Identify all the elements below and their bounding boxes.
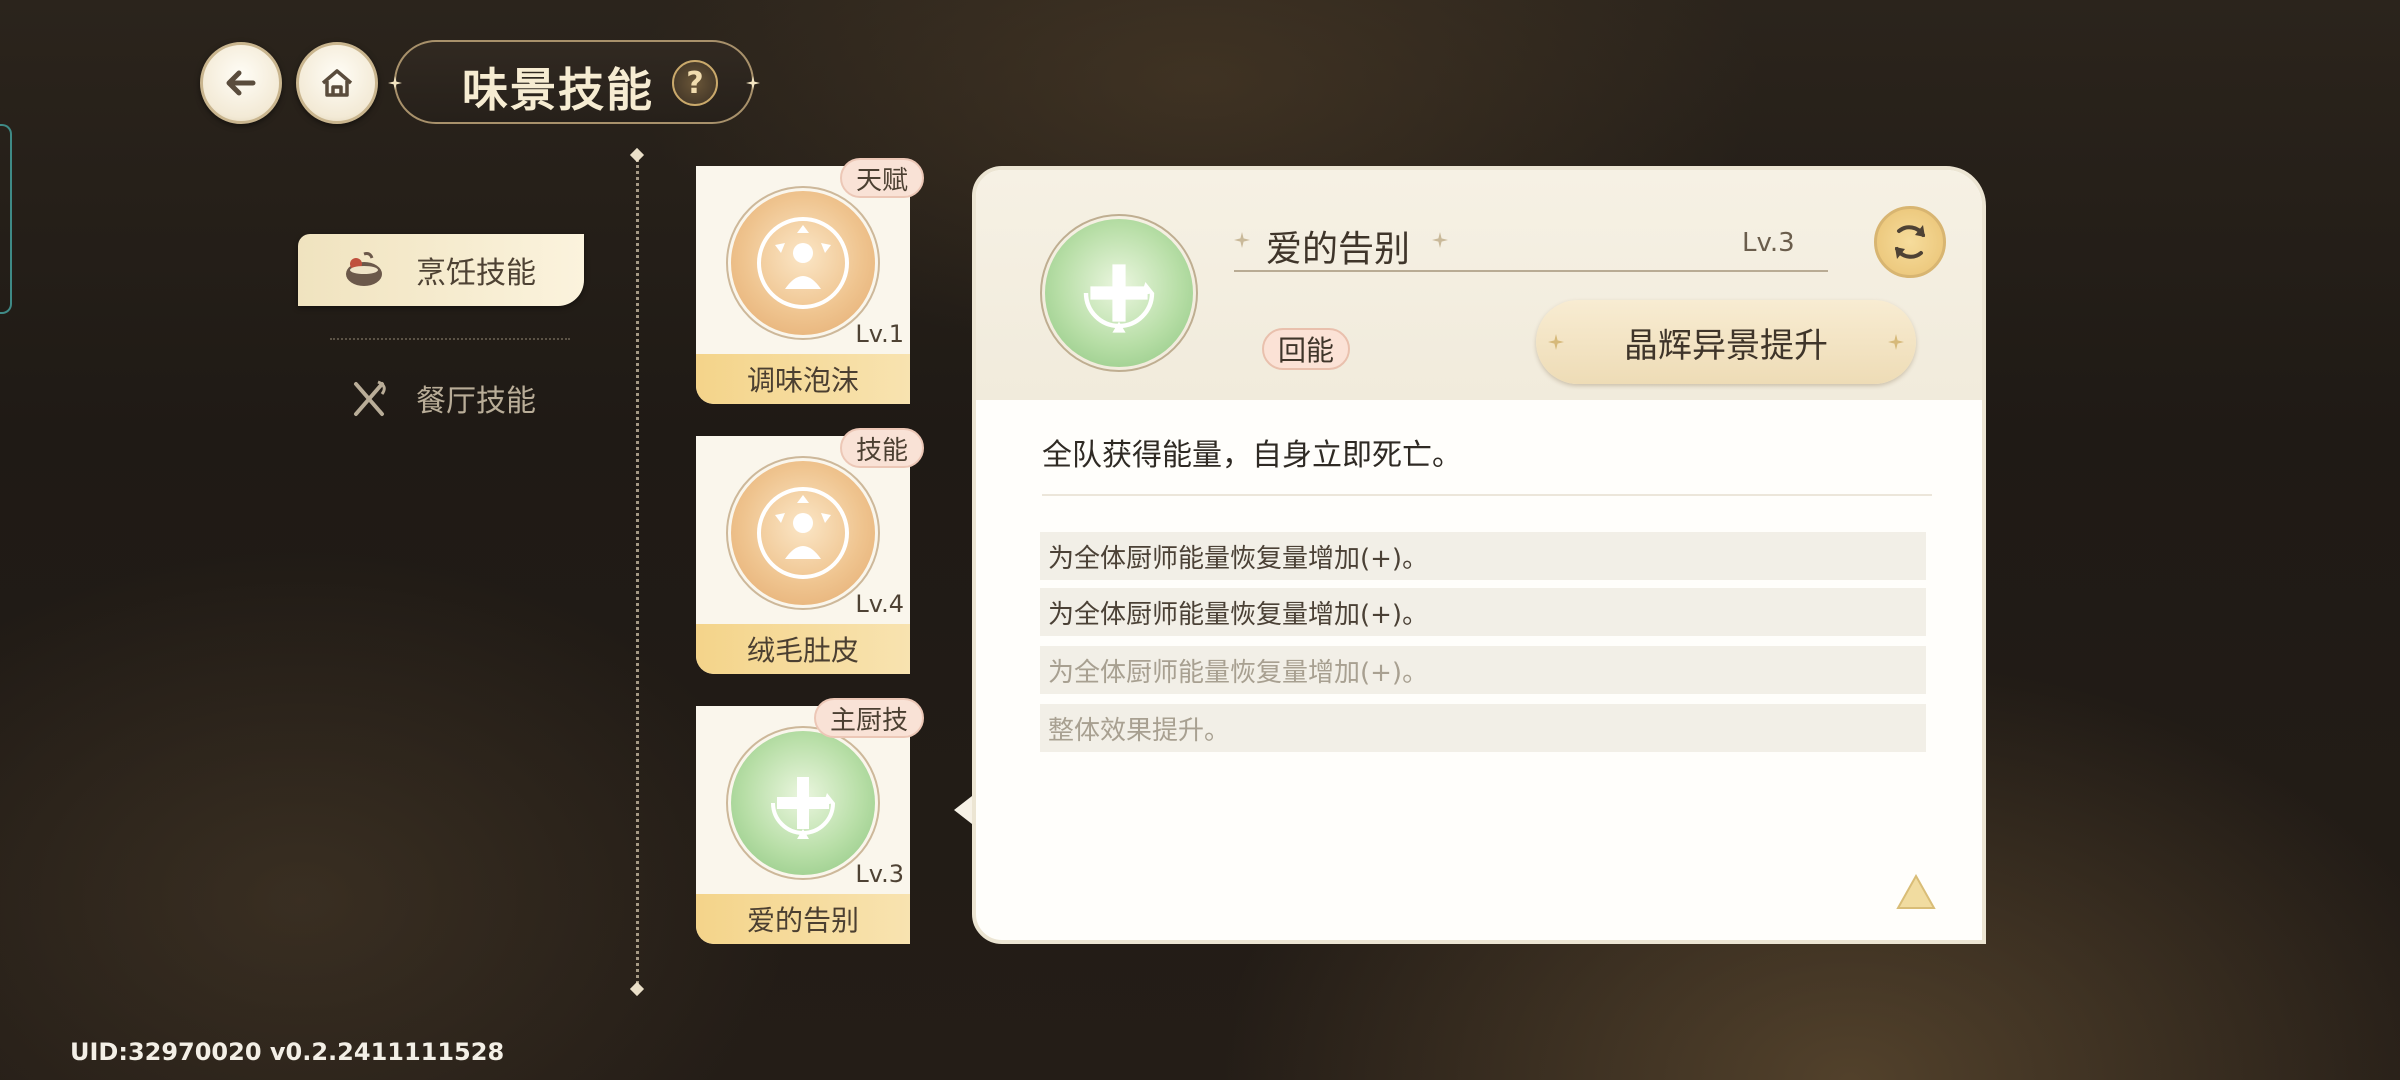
skill-type-tag: 主厨技 (813, 698, 924, 738)
description-divider (1042, 494, 1932, 496)
corner-triangle-icon (1896, 874, 1936, 909)
skill-name: 调味泡沫 (696, 354, 910, 404)
sparkle-icon (746, 76, 760, 90)
upgrade-button[interactable]: 晶辉异景提升 (1536, 300, 1916, 384)
skill-name: 爱的告别 (696, 894, 910, 944)
separator-dot (629, 981, 645, 997)
upgrade-button-label: 晶辉异景提升 (1624, 325, 1828, 366)
tab-label: 餐厅技能 (416, 384, 536, 419)
skill-description: 全队获得能量，自身立即死亡。 (1042, 438, 1462, 473)
detail-skill-icon-ring (1040, 214, 1198, 372)
tab-cooking-skills[interactable]: 烹饪技能 (298, 234, 584, 306)
effect-row: 为全体厨师能量恢复量增加(+)。 (1040, 646, 1926, 694)
tab-divider (330, 338, 570, 340)
skill-name: 绒毛肚皮 (696, 624, 910, 674)
detail-skill-level: Lv.3 (1742, 228, 1795, 258)
effect-row: 为全体厨师能量恢复量增加(+)。 (1040, 588, 1926, 636)
skill-level: Lv.4 (855, 590, 904, 618)
chef-skill-icon (731, 461, 875, 605)
home-button[interactable] (296, 42, 378, 124)
skill-card-chef-skill[interactable]: Lv.3 爱的告别 主厨技 (696, 698, 924, 944)
detail-skill-name: 爱的告别 (1266, 229, 1411, 270)
selection-pointer (954, 796, 972, 824)
tab-label: 烹饪技能 (416, 256, 536, 291)
skill-type-badge: 回能 (1262, 328, 1351, 370)
fork-knife-icon (354, 380, 386, 416)
home-icon (321, 69, 353, 97)
chef-skill-icon (731, 191, 875, 335)
effect-row: 整体效果提升。 (1040, 704, 1926, 752)
skill-icon-ring (726, 456, 880, 610)
switch-skill-button[interactable] (1874, 206, 1946, 278)
heal-plus-icon (1045, 219, 1193, 367)
edge-indicator (0, 124, 12, 314)
refresh-icon (1895, 225, 1925, 259)
skill-icon-ring (726, 186, 880, 340)
tab-restaurant-skills[interactable]: 餐厅技能 (298, 362, 584, 434)
heal-plus-icon (731, 731, 875, 875)
back-arrow-icon (226, 70, 256, 96)
name-underline (1234, 270, 1828, 272)
effect-row: 为全体厨师能量恢复量增加(+)。 (1040, 532, 1926, 580)
page-title: 味景技能 (462, 63, 654, 117)
skill-icon-ring (726, 726, 880, 880)
sparkle-icon (1548, 334, 1564, 350)
sparkle-icon (388, 76, 402, 90)
skill-type-tag: 天赋 (839, 158, 924, 198)
skill-card-talent[interactable]: Lv.1 调味泡沫 天赋 (696, 158, 924, 404)
skill-type-tag: 技能 (839, 428, 924, 468)
help-button[interactable]: ? (672, 60, 718, 106)
skill-level: Lv.3 (855, 860, 904, 888)
uid-version-label: UID:32970020 v0.2.2411111528 (70, 1038, 505, 1066)
cooking-pot-icon (346, 252, 382, 286)
skill-detail-panel: 爱的告别 Lv.3 回能 晶辉异景提升 全队获得能量，自身立即死亡。 为全体厨师… (972, 166, 1986, 944)
page-title-bar: 味景技能 ? (388, 40, 760, 124)
separator-line (636, 152, 639, 992)
back-button[interactable] (200, 42, 282, 124)
skill-level: Lv.1 (855, 320, 904, 348)
skill-card-skill[interactable]: Lv.4 绒毛肚皮 技能 (696, 428, 924, 674)
sparkle-icon (1888, 334, 1904, 350)
separator-dot (629, 147, 645, 163)
